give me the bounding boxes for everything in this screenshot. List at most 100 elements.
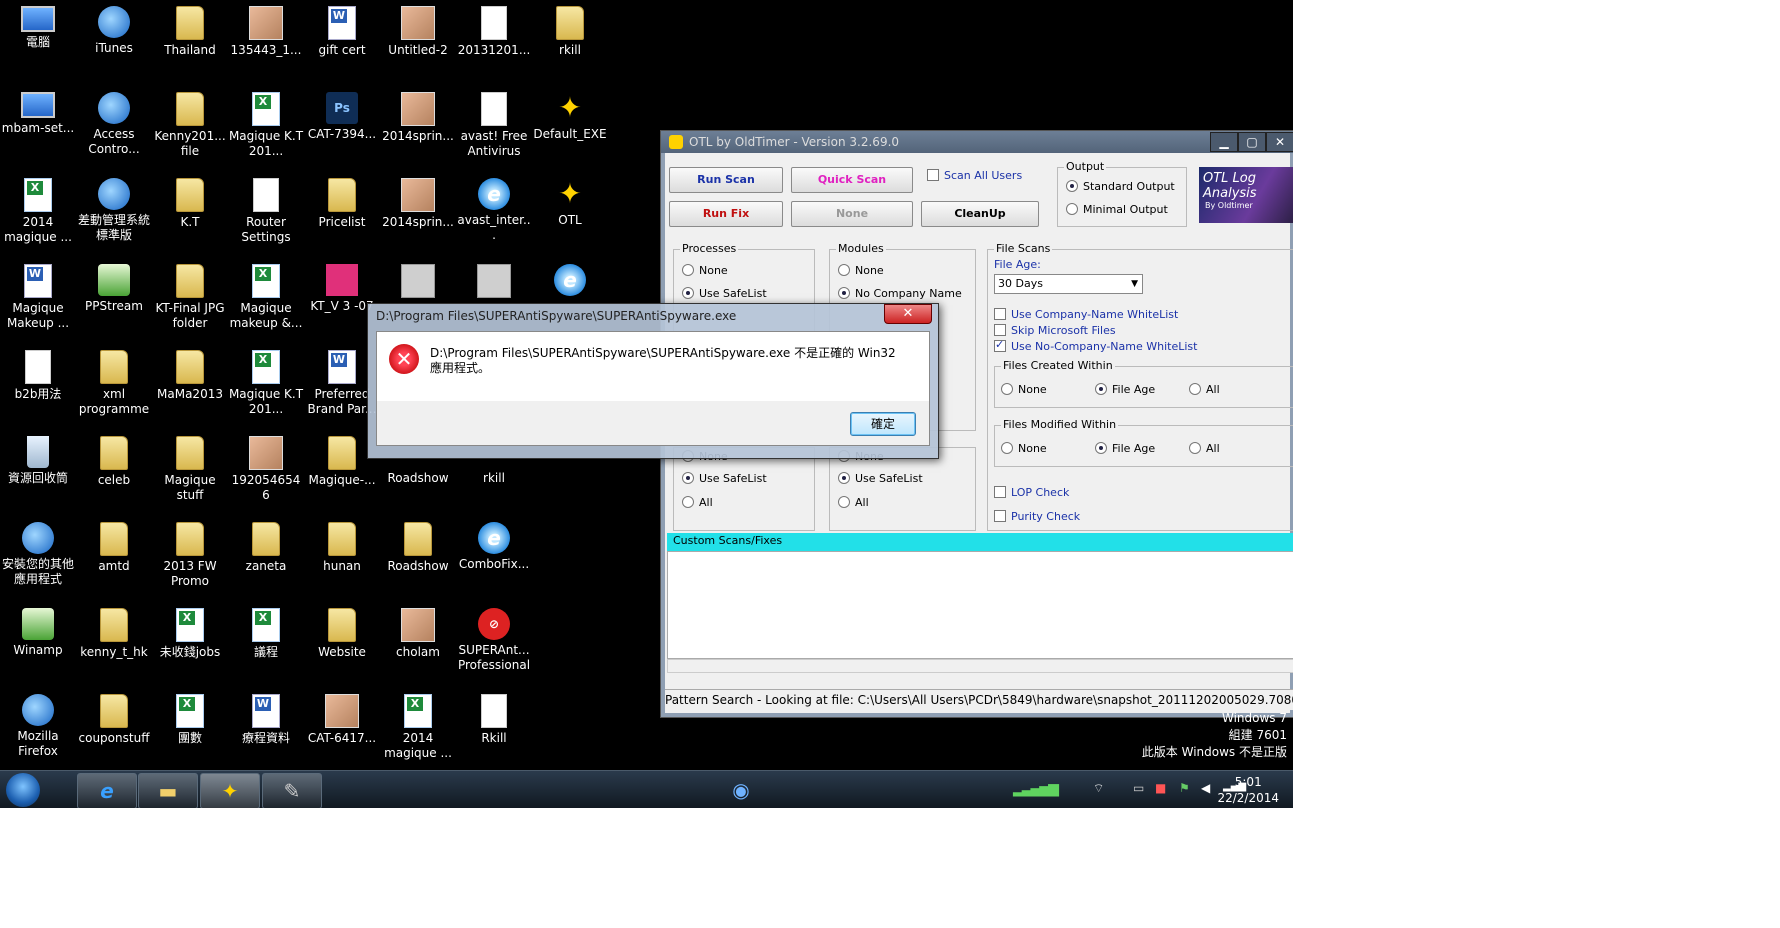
company-whitelist-checkbox[interactable]: Use Company-Name WhiteList	[994, 308, 1178, 322]
created-none-radio[interactable]: None	[1001, 383, 1047, 397]
desktop-icon[interactable]: Rkill	[456, 688, 532, 768]
signal-icon[interactable]: ▂▃▄▅▆	[1013, 781, 1059, 797]
horizontal-scrollbar[interactable]	[667, 659, 1293, 673]
maximize-icon[interactable]: ▢	[1238, 132, 1266, 152]
volume-icon[interactable]: ◀	[1201, 781, 1210, 795]
desktop-icon[interactable]: e avast_inter...	[456, 172, 532, 252]
taskbar-ie-icon[interactable]: e	[77, 773, 137, 808]
desktop-icon[interactable]: 2014sprin...	[380, 172, 456, 252]
desktop-icon[interactable]: 電腦	[0, 0, 76, 80]
desktop-icon[interactable]: kenny_t_hk	[76, 602, 152, 682]
run-scan-button[interactable]: Run Scan	[669, 167, 783, 193]
no-company-whitelist-checkbox[interactable]: Use No-Company-Name WhiteList	[994, 338, 1197, 354]
custom-scans-textarea[interactable]	[667, 551, 1293, 659]
desktop-icon[interactable]: Kenny201... file	[152, 86, 228, 166]
desktop-icon[interactable]: ✦ OTL	[532, 172, 608, 252]
ok-button[interactable]: 確定	[850, 412, 916, 436]
desktop-icon[interactable]: Magique K.T 201...	[228, 86, 304, 166]
desktop-icon[interactable]: Magique makeup &...	[228, 258, 304, 338]
desktop-icon[interactable]: avast! Free Antivirus	[456, 86, 532, 166]
minimal-output-radio[interactable]: Minimal Output	[1066, 203, 1168, 217]
desktop-icon[interactable]: Winamp	[0, 602, 76, 682]
desktop-icon[interactable]: zaneta	[228, 516, 304, 596]
services-all-radio[interactable]: All	[682, 496, 713, 510]
usb-icon[interactable]: ▭	[1133, 781, 1144, 795]
desktop-icon[interactable]: hunan	[304, 516, 380, 596]
desktop-icon[interactable]: ✦ Default_EXE	[532, 86, 608, 166]
drivers-safelist-radio[interactable]: Use SafeList	[838, 472, 923, 486]
desktop-icon[interactable]: 未收錢jobs	[152, 602, 228, 682]
desktop-icon[interactable]: Untitled-2	[380, 0, 456, 80]
quick-scan-button[interactable]: Quick Scan	[791, 167, 913, 193]
desktop-icon[interactable]: b2b用法	[0, 344, 76, 424]
processes-safelist-radio[interactable]: Use SafeList	[682, 287, 767, 301]
purity-check-checkbox[interactable]: Purity Check	[994, 510, 1080, 524]
desktop-icon[interactable]: Ps CAT-7394...	[304, 86, 380, 166]
desktop-icon[interactable]: 135443_1...	[228, 0, 304, 80]
clock[interactable]: 5:01 22/2/2014	[1217, 774, 1279, 806]
close-icon[interactable]: ✕	[884, 304, 932, 324]
desktop-icon[interactable]: ⊘ SUPERAnt... Professional	[456, 602, 532, 682]
desktop-icon[interactable]: cholam	[380, 602, 456, 682]
modified-file-age-radio[interactable]: File Age	[1095, 442, 1155, 456]
taskbar-otl-icon[interactable]: ✦	[200, 773, 260, 808]
run-fix-button[interactable]: Run Fix	[669, 201, 783, 227]
minimize-icon[interactable]: ▁	[1210, 132, 1238, 152]
desktop-icon[interactable]: CAT-6417...	[304, 688, 380, 768]
modules-none-radio[interactable]: None	[838, 264, 884, 278]
flag-icon[interactable]: ⚑	[1179, 781, 1190, 795]
desktop-icon[interactable]: couponstuff	[76, 688, 152, 768]
desktop-icon[interactable]: Router Settings	[228, 172, 304, 252]
desktop-icon[interactable]: Magique K.T 201...	[228, 344, 304, 424]
desktop-icon[interactable]: 2014 magique ...	[0, 172, 76, 252]
desktop-icon[interactable]: Mozilla Firefox	[0, 688, 76, 768]
modules-no-company-radio[interactable]: No Company Name	[838, 287, 962, 301]
lop-check-checkbox[interactable]: LOP Check	[994, 486, 1069, 500]
desktop-icon[interactable]: MaMa2013	[152, 344, 228, 424]
none-button[interactable]: None	[791, 201, 913, 227]
taskbar-explorer-icon[interactable]: ▬	[138, 773, 198, 808]
desktop-icon[interactable]: Pricelist	[304, 172, 380, 252]
file-age-dropdown[interactable]: 30 Days ▼	[994, 274, 1143, 294]
desktop-icon[interactable]: Thailand	[152, 0, 228, 80]
services-safelist-radio[interactable]: Use SafeList	[682, 472, 767, 486]
desktop-icon[interactable]: iTunes	[76, 0, 152, 80]
desktop-icon[interactable]: 20131201...	[456, 0, 532, 80]
desktop-icon[interactable]: gift cert	[304, 0, 380, 80]
desktop-icon[interactable]: Access Contro...	[76, 86, 152, 166]
created-file-age-radio[interactable]: File Age	[1095, 383, 1155, 397]
desktop-icon[interactable]: celeb	[76, 430, 152, 510]
desktop-icon[interactable]: rkill	[532, 0, 608, 80]
desktop-icon[interactable]: 議程	[228, 602, 304, 682]
desktop-icon[interactable]: Website	[304, 602, 380, 682]
otl-title-bar[interactable]: OTL by OldTimer - Version 3.2.69.0 ▁ ▢ ✕	[661, 131, 1293, 153]
taskbar-superantispyware-icon[interactable]: ◉	[718, 773, 764, 807]
desktop-icon[interactable]: 資源回收筒	[0, 430, 76, 510]
modified-all-radio[interactable]: All	[1189, 442, 1220, 456]
wireless-icon[interactable]: ⌔	[1093, 781, 1104, 796]
desktop-icon[interactable]: Magique stuff	[152, 430, 228, 510]
desktop-icon[interactable]: 1920546546	[228, 430, 304, 510]
desktop-icon[interactable]: KT-Final JPG folder	[152, 258, 228, 338]
desktop-icon[interactable]: amtd	[76, 516, 152, 596]
shield-icon[interactable]: ■	[1155, 781, 1166, 795]
drivers-all-radio[interactable]: All	[838, 496, 869, 510]
cleanup-button[interactable]: CleanUp	[921, 201, 1039, 227]
start-button[interactable]	[6, 773, 40, 807]
created-all-radio[interactable]: All	[1189, 383, 1220, 397]
scan-all-users-checkbox[interactable]: Scan All Users	[927, 169, 1022, 183]
standard-output-radio[interactable]: Standard Output	[1066, 180, 1175, 194]
desktop-icon[interactable]: 2014sprin...	[380, 86, 456, 166]
taskbar-paint-icon[interactable]: ✎	[262, 773, 322, 808]
desktop-icon[interactable]: PPStream	[76, 258, 152, 338]
desktop-icon[interactable]: Roadshow	[380, 516, 456, 596]
desktop-icon[interactable]: 差動管理系統標準版	[76, 172, 152, 252]
desktop-icon[interactable]: Magique Makeup ...	[0, 258, 76, 338]
processes-none-radio[interactable]: None	[682, 264, 728, 278]
desktop-icon[interactable]: K.T	[152, 172, 228, 252]
modified-none-radio[interactable]: None	[1001, 442, 1047, 456]
desktop-icon[interactable]: mbam-set...	[0, 86, 76, 166]
desktop-icon[interactable]: 2013 FW Promo	[152, 516, 228, 596]
close-icon[interactable]: ✕	[1266, 132, 1293, 152]
skip-ms-checkbox[interactable]: Skip Microsoft Files	[994, 324, 1116, 338]
